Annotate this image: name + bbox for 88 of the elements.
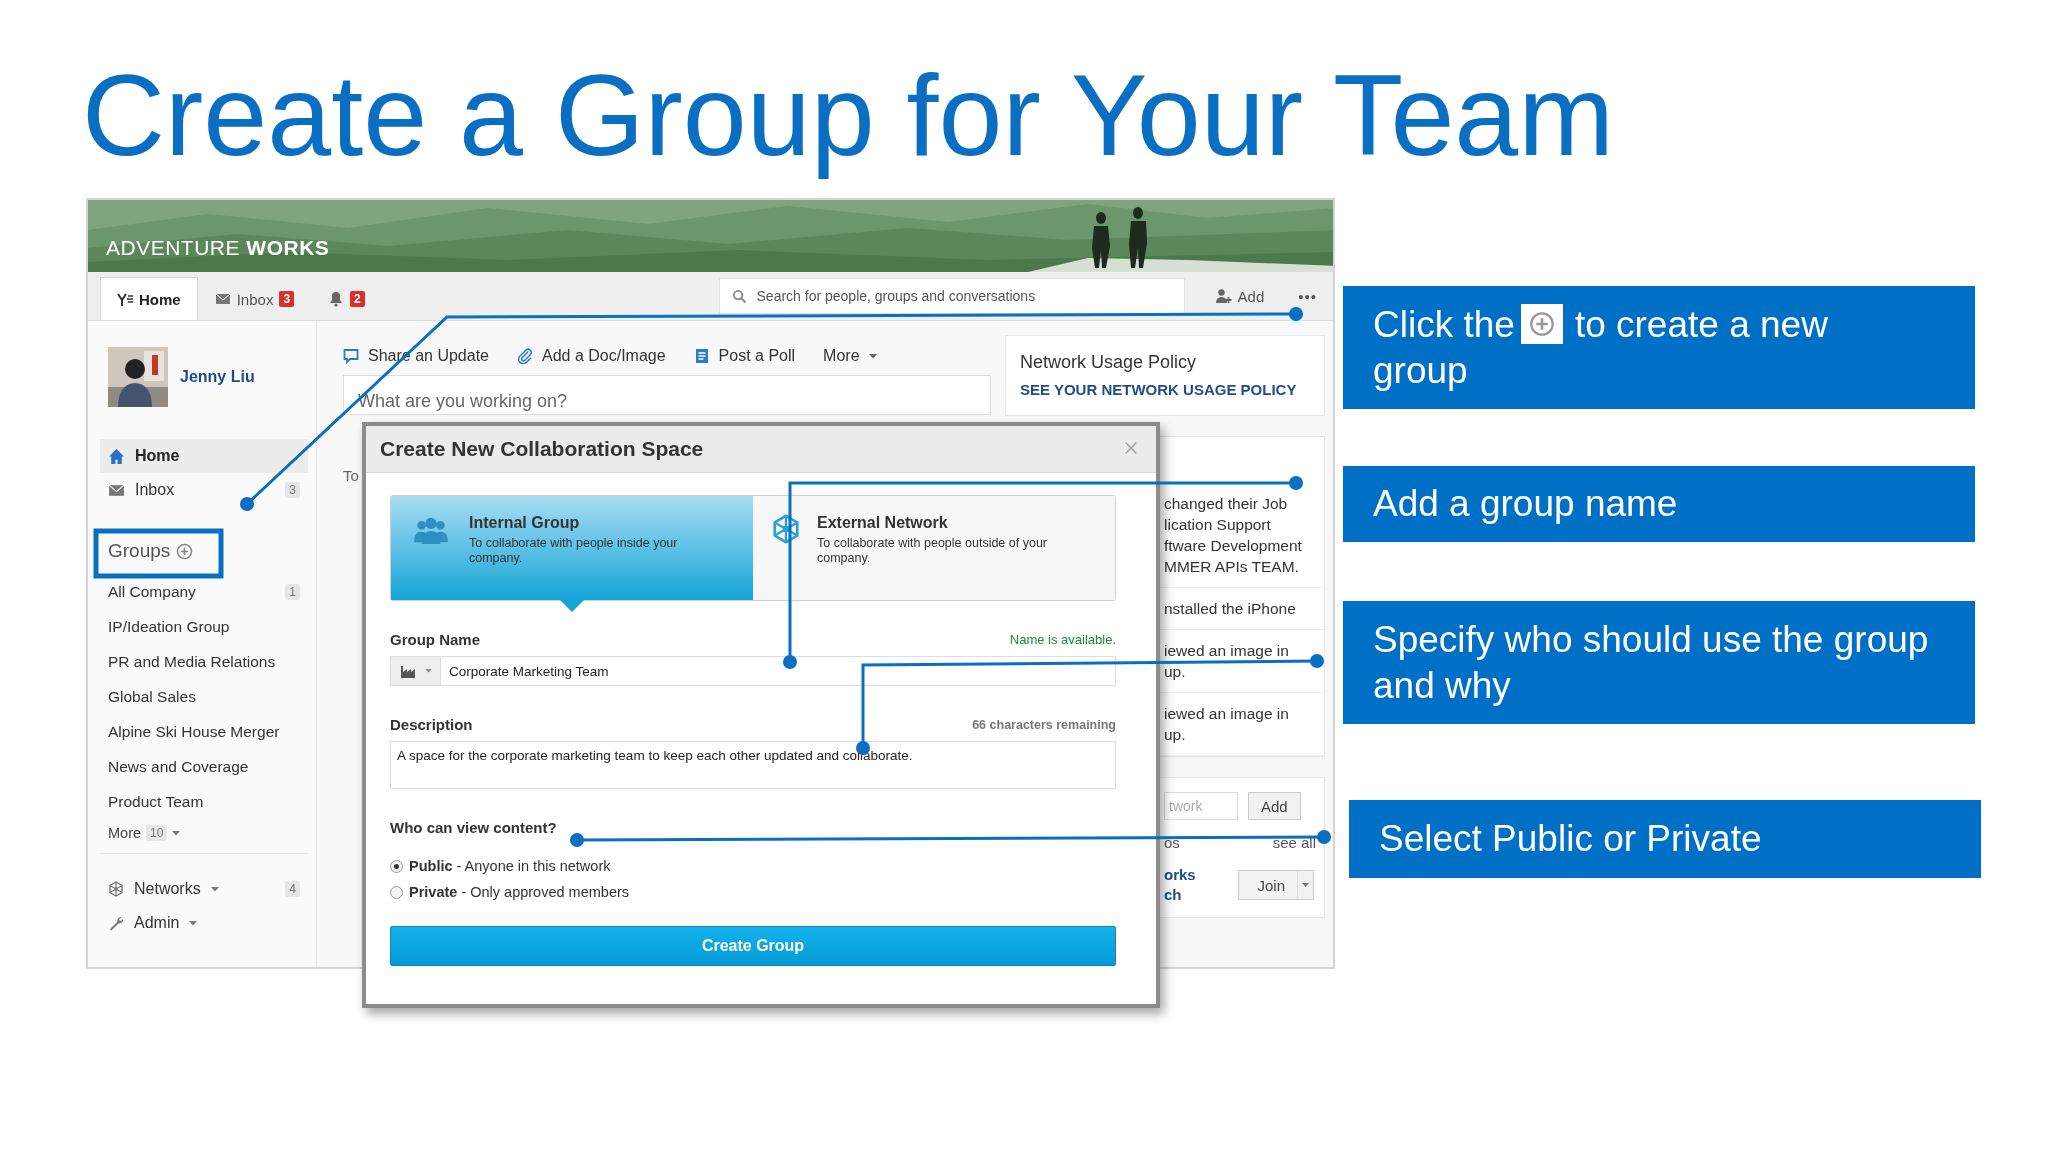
group-item[interactable]: All Company 1 [100,574,308,609]
sidebar-item[interactable]: Home [100,439,308,473]
see-all-link[interactable]: see all [1272,834,1316,851]
policy-link[interactable]: SEE YOUR NETWORK USAGE POLICY [1020,381,1297,398]
publisher-action[interactable]: Add a Doc/Image [517,347,666,365]
item-count: 4 [285,881,300,897]
activity-text: up. [1164,725,1187,745]
plus-circle-icon [1528,310,1555,337]
add-button[interactable]: Add [1248,792,1301,820]
status-text: Name is available. [1009,632,1116,647]
callout-text: Click the to create a new group [1373,302,1829,393]
unread-badge: 2 [350,291,365,307]
close-icon [1124,440,1138,455]
activity-text: nstalled the iPhone [1164,599,1297,619]
search-icon [731,288,747,304]
add-button[interactable]: Add [1196,272,1283,320]
group-item[interactable]: IP/Ideation Group [100,609,308,644]
document-icon [693,348,710,364]
activity-text: lication Support [1164,515,1272,535]
group-item[interactable]: PR and Media Relations [100,644,308,679]
slide-title: Create a Group for Your Team [82,52,1615,179]
card-title: Network Usage Policy [1020,352,1197,373]
unread-badge: 3 [279,291,295,307]
paperclip-icon [517,348,533,364]
person-add-icon [1214,288,1232,304]
caret-icon [868,353,877,359]
item-count: 3 [285,482,300,498]
nav-tab[interactable]: 2 [311,277,382,320]
user-name[interactable]: Jenny Liu [180,368,255,386]
caret-icon [189,920,198,926]
more-groups[interactable]: More 10 [100,819,308,854]
speech-bubble-icon [343,348,359,364]
group-item[interactable]: Product Team [100,784,308,819]
field-label: Group Name [390,631,480,648]
sidebar-item[interactable]: Networks 4 [100,872,308,906]
sidebar-item[interactable]: Inbox 3 [100,473,308,507]
logo-icon [117,291,133,307]
sidebar-item[interactable]: Admin [100,906,308,940]
section-heading: os [1164,834,1180,851]
join-button[interactable]: Join [1238,870,1314,900]
icon-picker[interactable] [391,657,441,685]
caret-icon [425,669,432,673]
publisher-action[interactable]: Post a Poll [693,347,796,365]
publisher-action[interactable]: More [823,347,877,365]
wrench-icon [108,915,124,931]
activity-text: ftware Development [1164,536,1303,556]
feed-tab[interactable]: To [343,467,359,484]
house-icon [108,447,125,465]
group-item[interactable]: News and Coverage [100,749,308,784]
group-item[interactable]: Alpine Ski House Merger [100,714,308,749]
activity-text: iewed an image in [1164,704,1290,724]
group-item[interactable]: Global Sales [100,679,308,714]
description-field[interactable]: A space for the corporate marketing team to keep each other updated and collaborate. [390,741,1116,789]
radio-button[interactable] [390,859,403,873]
nav-tab[interactable]: Home [100,277,198,320]
groups-heading: Groups [108,540,171,562]
network-name[interactable]: orks [1164,865,1196,885]
add-group-icon[interactable] [176,542,194,560]
field-label: Description [390,716,473,733]
more-button[interactable]: ••• [1282,272,1333,320]
dialog-title: Create New Collaboration Space [380,437,704,461]
activity-text: MMER APIs TEAM. [1164,557,1300,577]
activity-text: iewed an image in [1164,641,1290,661]
envelope-icon [214,291,231,307]
post-field[interactable]: What are you working on? [343,375,991,415]
radio-label[interactable]: Public - Anyone in this network [409,858,611,874]
callout-text: Specify who should use the group and why [1373,617,1930,708]
radio-button[interactable] [390,885,403,899]
caret-icon [210,886,219,892]
nav-tab[interactable]: Inbox 3 [197,277,312,320]
activity-text: up. [1164,662,1187,682]
character-count: 66 characters remaining [972,717,1116,732]
network-icon [108,881,124,897]
item-count: 1 [285,583,300,600]
activity-text: changed their Job [1164,494,1289,514]
group-name-field[interactable]: Corporate Marketing Team [390,656,1116,686]
item-count: 10 [146,825,168,841]
callout-text: Add a group name [1373,482,1678,526]
network-name[interactable]: ch [1164,885,1196,905]
field-label: Who can view content? [390,819,557,836]
callout-text: Select Public or Private [1379,817,1762,861]
factory-icon [399,663,417,679]
network-icon [771,514,801,544]
bell-icon [328,291,345,307]
search-field[interactable]: Search for people, groups and conversations [718,278,1185,314]
logo: ADVENTURE WORKS [106,236,330,260]
caret-icon [172,830,181,836]
radio-label[interactable]: Private - Only approved members [409,884,630,900]
